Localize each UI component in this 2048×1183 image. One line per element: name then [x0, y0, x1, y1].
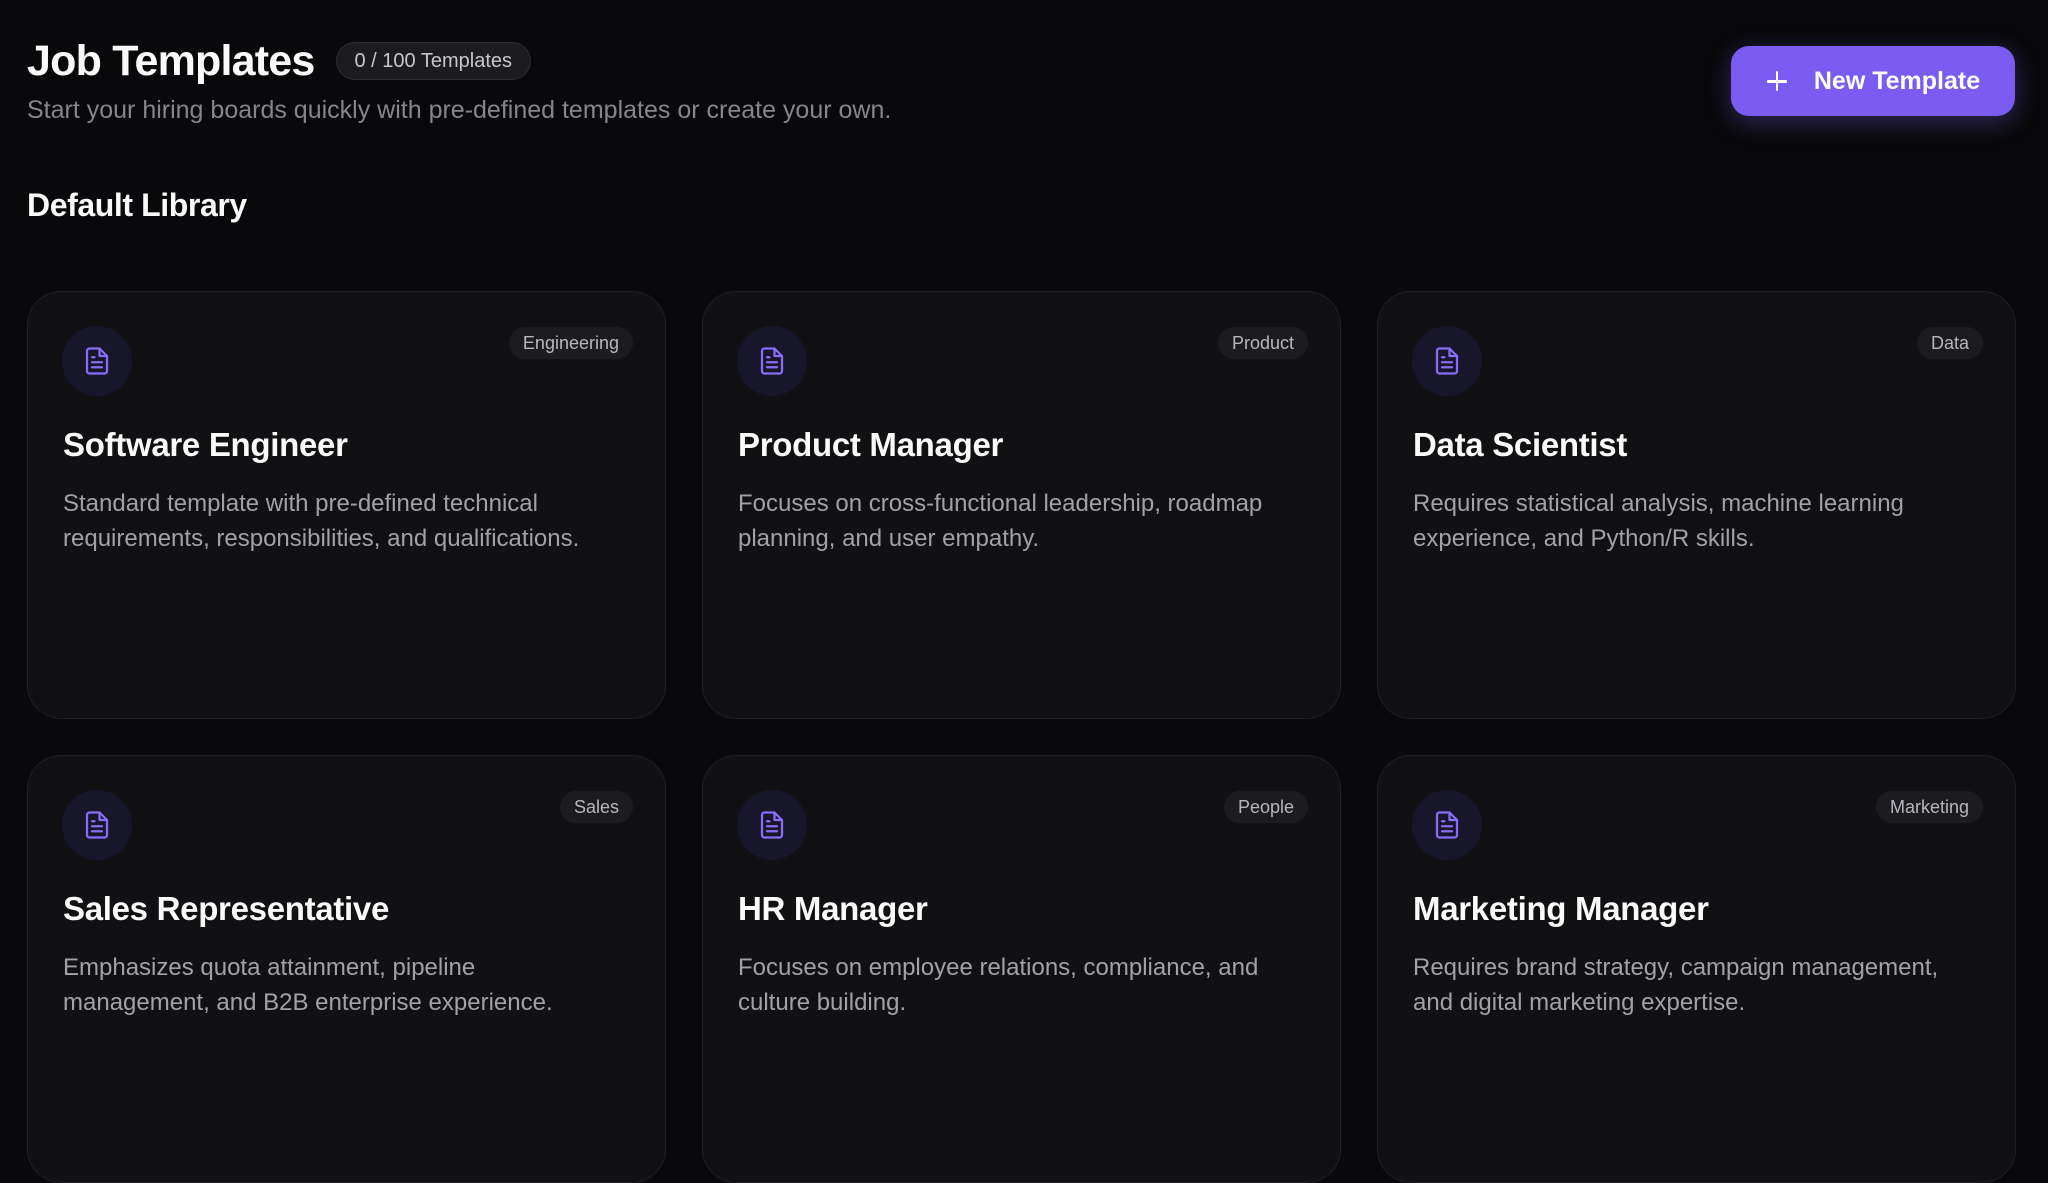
document-icon	[760, 347, 784, 375]
template-card-hr-manager[interactable]: People HR Manager Focuses on employee re…	[702, 755, 1341, 1183]
page-title: Job Templates	[27, 37, 315, 85]
category-tag: Product	[1217, 327, 1308, 359]
category-tag: Engineering	[508, 327, 633, 359]
page-subtitle: Start your hiring boards quickly with pr…	[27, 96, 892, 124]
template-title: Software Engineer	[63, 426, 348, 463]
template-title: Sales Representative	[63, 890, 390, 927]
template-icon-wrap	[737, 326, 807, 396]
template-description: Requires statistical analysis, machine l…	[1413, 490, 1904, 552]
template-description: Standard template with pre-defined techn…	[63, 490, 580, 552]
template-title: Marketing Manager	[1413, 890, 1709, 927]
template-description: Focuses on employee relations, complianc…	[738, 954, 1259, 1016]
page-header: Job Templates 0 / 100 Templates Start yo…	[27, 0, 2021, 170]
template-grid: Engineering Software Engineer Standard t…	[27, 291, 2016, 1183]
document-icon	[1435, 347, 1459, 375]
template-description: Emphasizes quota attainment, pipeline ma…	[63, 954, 553, 1016]
new-template-label: New Template	[1813, 66, 1981, 95]
category-tag: Data	[1916, 327, 1983, 359]
template-card-marketing-manager[interactable]: Marketing Marketing Manager Requires bra…	[1377, 755, 2016, 1183]
document-icon	[85, 811, 109, 839]
template-icon-wrap	[1412, 326, 1482, 396]
document-icon	[85, 347, 109, 375]
template-icon-wrap	[737, 790, 807, 860]
template-icon-wrap	[1412, 790, 1482, 860]
template-card-product-manager[interactable]: Product Product Manager Focuses on cross…	[702, 291, 1341, 719]
template-description: Requires brand strategy, campaign manage…	[1413, 954, 1939, 1016]
plus-icon	[1766, 70, 1788, 92]
template-title: Product Manager	[738, 426, 1004, 463]
category-tag: Marketing	[1875, 791, 1983, 823]
template-title: Data Scientist	[1413, 426, 1628, 463]
document-icon	[760, 811, 784, 839]
template-card-data-scientist[interactable]: Data Data Scientist Requires statistical…	[1377, 291, 2016, 719]
template-count-badge: 0 / 100 Templates	[335, 42, 532, 80]
document-icon	[1435, 811, 1459, 839]
section-title-default-library: Default Library	[27, 187, 247, 223]
template-icon-wrap	[62, 326, 132, 396]
template-card-sales-representative[interactable]: Sales Sales Representative Emphasizes qu…	[27, 755, 666, 1183]
template-description: Focuses on cross-functional leadership, …	[738, 490, 1263, 552]
title-row: Job Templates 0 / 100 Templates	[27, 33, 532, 89]
category-tag: People	[1223, 791, 1308, 823]
template-card-software-engineer[interactable]: Engineering Software Engineer Standard t…	[27, 291, 666, 719]
template-title: HR Manager	[738, 890, 928, 927]
new-template-button[interactable]: New Template	[1731, 46, 2015, 116]
category-tag: Sales	[559, 791, 633, 823]
template-icon-wrap	[62, 790, 132, 860]
